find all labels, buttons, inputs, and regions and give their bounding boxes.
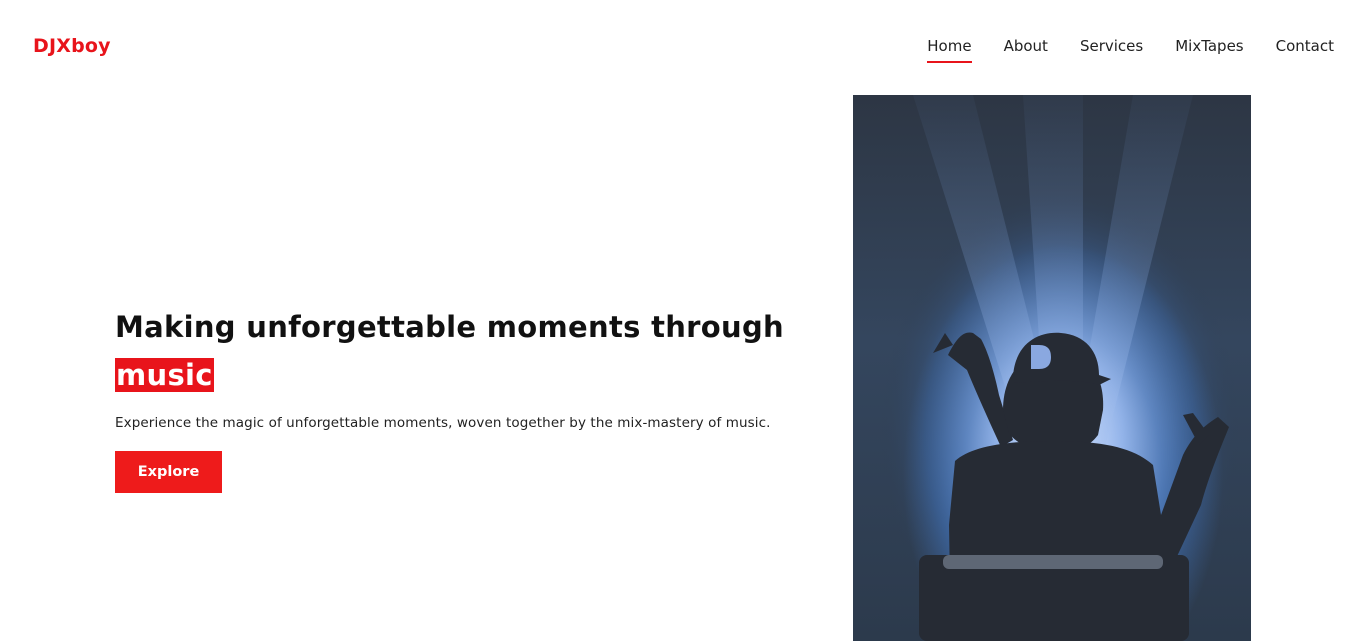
nav-item-contact[interactable]: Contact	[1276, 37, 1334, 60]
nav-item-home[interactable]: Home	[927, 37, 972, 63]
hero-image	[853, 95, 1251, 641]
hero-section: Making unforgettable moments through mus…	[115, 303, 815, 493]
site-logo[interactable]: DJXboy	[33, 35, 111, 57]
hero-subtitle: Experience the magic of unforgettable mo…	[115, 415, 771, 431]
navbar: DJXboy Home About Services MixTapes Cont…	[0, 0, 1366, 92]
nav-item-mixtapes[interactable]: MixTapes	[1175, 37, 1243, 60]
nav-item-about[interactable]: About	[1004, 37, 1048, 60]
nav-menu: Home About Services MixTapes Contact	[895, 37, 1334, 63]
explore-button[interactable]: Explore	[115, 451, 222, 493]
dj-performer-photo	[853, 95, 1251, 641]
hero-title: Making unforgettable moments through mus…	[115, 303, 815, 399]
hero-title-highlight: music	[115, 358, 214, 392]
hero-title-text: Making unforgettable moments through	[115, 310, 784, 344]
nav-item-services[interactable]: Services	[1080, 37, 1143, 60]
